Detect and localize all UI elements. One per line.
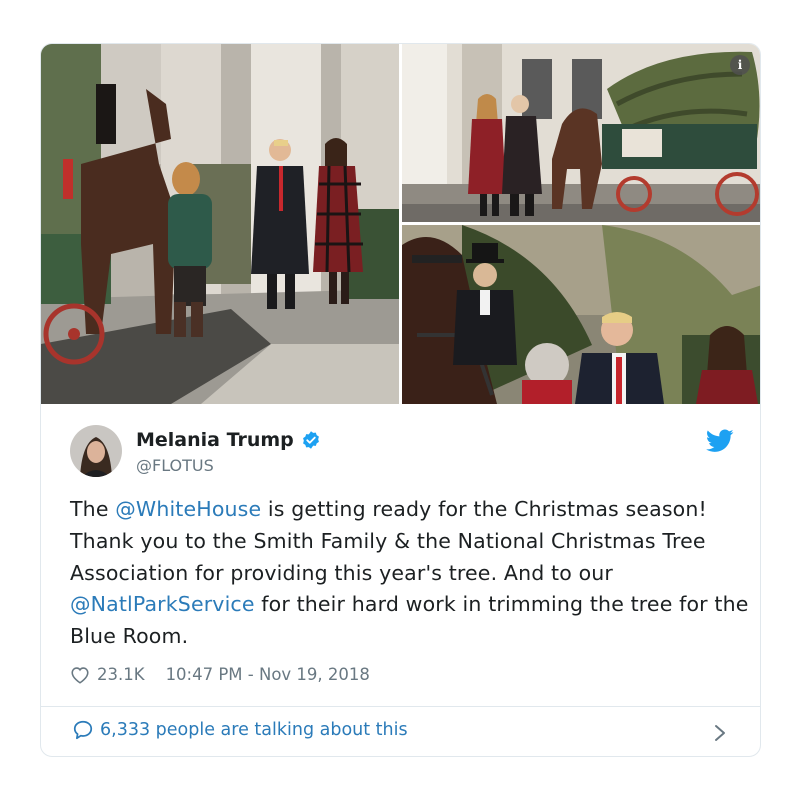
conversation-link[interactable]: 6,333 people are talking about this [72, 719, 408, 741]
avatar[interactable] [70, 425, 122, 477]
photo-horse-carriage-walk[interactable] [41, 44, 399, 404]
like-count[interactable]: 23.1K [97, 665, 145, 684]
conversation-label: 6,333 people are talking about this [100, 720, 408, 740]
tweet-meta: 23.1K 10:47 PM - Nov 19, 2018 [70, 665, 370, 684]
tweet-header: Melania Trump @FLOTUS [70, 425, 740, 481]
heart-icon[interactable] [70, 666, 90, 684]
twitter-bird-icon[interactable] [706, 429, 734, 453]
chevron-right-icon[interactable] [713, 723, 727, 743]
mention-link-natlparkservice[interactable]: @NatlParkService [70, 592, 255, 616]
photo-tree-wagon[interactable]: i [402, 44, 760, 222]
author-name[interactable]: Melania Trump [136, 429, 294, 451]
info-icon[interactable]: i [730, 55, 750, 75]
speech-bubble-icon [73, 720, 93, 740]
verified-badge-icon [302, 431, 319, 449]
tweet-card: i Melania Trump @FLOTUS The @WhiteHouse … [40, 43, 761, 757]
photo-grid: i [41, 44, 760, 404]
mention-link-whitehouse[interactable]: @WhiteHouse [115, 497, 261, 521]
tweet-timestamp[interactable]: 10:47 PM - Nov 19, 2018 [166, 665, 370, 684]
tweet-text-part: The [70, 497, 116, 521]
tweet-text: The @WhiteHouse is getting ready for the… [70, 494, 750, 653]
author-handle[interactable]: @FLOTUS [136, 456, 214, 475]
photo-horse-greeting[interactable] [402, 225, 760, 404]
divider [41, 706, 760, 707]
author-name-row: Melania Trump [136, 429, 321, 451]
